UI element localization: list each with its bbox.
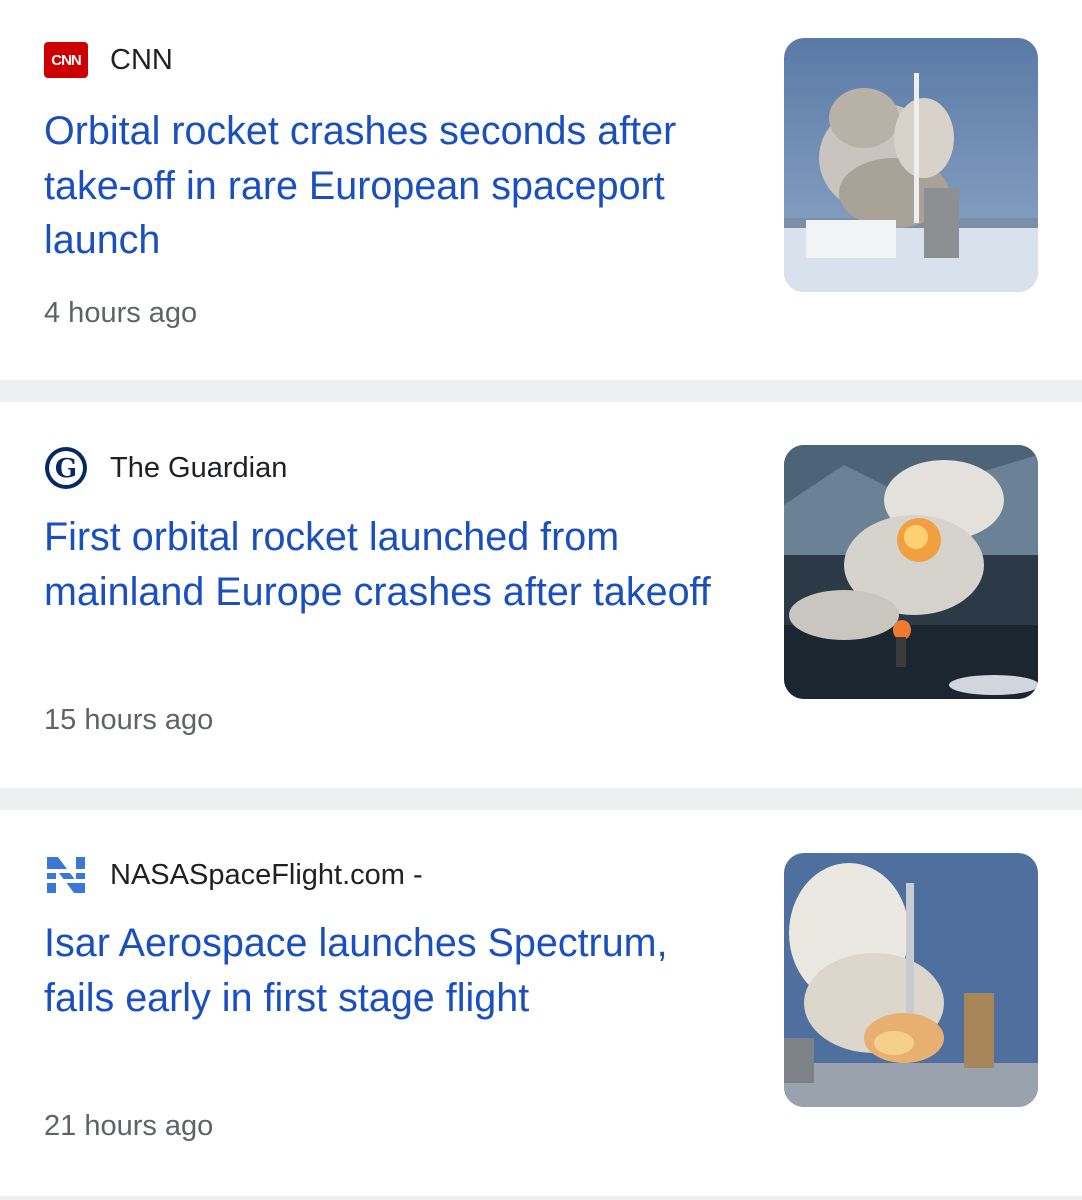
source-row: G The Guardian — [44, 446, 287, 490]
article-headline-link[interactable]: Orbital rocket crashes seconds after tak… — [44, 104, 744, 268]
news-feed: CNN CNN Orbital rocket crashes seconds a… — [0, 0, 1082, 1200]
divider — [0, 380, 1082, 402]
rocket-explosion-image[interactable] — [784, 445, 1038, 699]
source-name: NASASpaceFlight.com - — [110, 858, 423, 891]
rocket-launch-smoke-image[interactable] — [784, 38, 1038, 292]
source-row: CNN CNN — [44, 38, 173, 82]
article-card[interactable]: CNN CNN Orbital rocket crashes seconds a… — [0, 0, 1082, 380]
source-row: NASASpaceFlight.com - — [44, 853, 423, 897]
rocket-pad-fire-image[interactable] — [784, 853, 1038, 1107]
guardian-logo-icon: G — [45, 447, 87, 489]
article-headline-link[interactable]: First orbital rocket launched from mainl… — [44, 510, 744, 619]
source-name: The Guardian — [110, 451, 288, 484]
divider — [0, 1196, 1082, 1200]
cnn-logo-text: CNN — [51, 51, 81, 69]
article-card[interactable]: G The Guardian First orbital rocket laun… — [0, 402, 1082, 788]
timestamp: 15 hours ago — [44, 704, 214, 736]
article-card[interactable]: NASASpaceFlight.com - Isar Aerospace lau… — [0, 810, 1082, 1200]
article-headline-link[interactable]: Isar Aerospace launches Spectrum, fails … — [44, 916, 744, 1025]
divider — [0, 788, 1082, 810]
cnn-logo-icon: CNN — [44, 42, 88, 78]
svg-text:G: G — [55, 454, 77, 484]
timestamp: 4 hours ago — [44, 297, 198, 329]
timestamp: 21 hours ago — [44, 1110, 214, 1142]
nasaspaceflight-logo-icon — [44, 857, 88, 893]
source-name: CNN — [110, 43, 173, 76]
